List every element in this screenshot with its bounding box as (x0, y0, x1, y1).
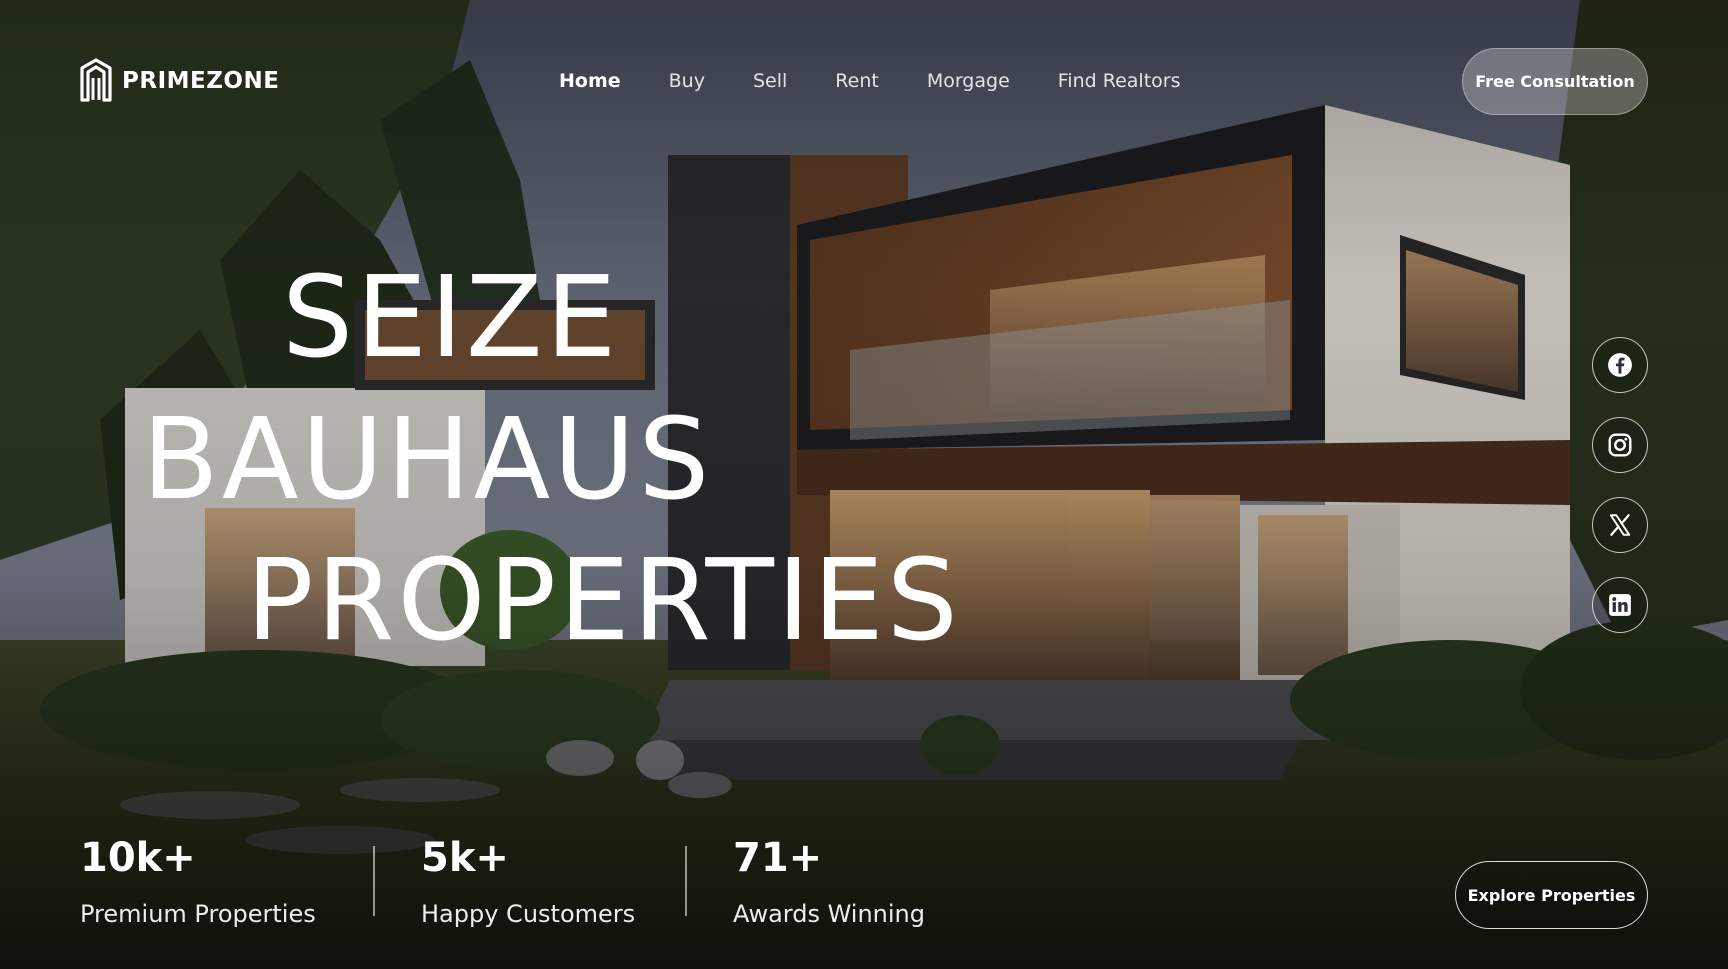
stat-awards-winning: 71+ Awards Winning (733, 838, 925, 928)
instagram-icon (1608, 433, 1632, 457)
instagram-button[interactable] (1592, 417, 1648, 473)
logo-icon (80, 58, 112, 102)
nav-item-morgage[interactable]: Morgage (927, 70, 1010, 92)
stat-happy-customers: 5k+ Happy Customers (421, 838, 635, 928)
stat-label: Awards Winning (733, 900, 925, 928)
nav-item-sell[interactable]: Sell (753, 70, 787, 92)
stat-value: 71+ (733, 835, 823, 881)
brand-logo[interactable]: PRIMEZONE (80, 58, 279, 104)
linkedin-icon (1609, 594, 1631, 616)
stat-label: Premium Properties (80, 900, 316, 928)
stat-divider (373, 846, 375, 916)
x-twitter-icon (1609, 514, 1631, 536)
explore-properties-button[interactable]: Explore Properties (1455, 861, 1648, 929)
stat-premium-properties: 10k+ Premium Properties (80, 838, 316, 928)
nav-item-rent[interactable]: Rent (835, 70, 879, 92)
x-twitter-button[interactable] (1592, 497, 1648, 553)
hero-title-line-2: BAUHAUS (142, 395, 713, 525)
stat-divider (685, 846, 687, 916)
linkedin-button[interactable] (1592, 577, 1648, 633)
stat-value: 10k+ (80, 835, 196, 881)
nav-item-home[interactable]: Home (559, 70, 621, 92)
brand-name: PRIMEZONE (122, 68, 280, 94)
stat-label: Happy Customers (421, 900, 636, 928)
stat-value: 5k+ (421, 835, 509, 881)
facebook-icon (1608, 353, 1632, 377)
free-consultation-button[interactable]: Free Consultation (1462, 48, 1648, 115)
main-nav: Home Buy Sell Rent Morgage Find Realtors (559, 70, 1180, 92)
hero-title-line-3: PROPERTIES (246, 536, 961, 666)
nav-item-find-realtors[interactable]: Find Realtors (1058, 70, 1181, 92)
hero-section: PRIMEZONE Home Buy Sell Rent Morgage Fin… (0, 0, 1728, 969)
nav-item-buy[interactable]: Buy (669, 70, 705, 92)
hero-title-line-1: SEIZE (282, 253, 620, 383)
facebook-button[interactable] (1592, 337, 1648, 393)
